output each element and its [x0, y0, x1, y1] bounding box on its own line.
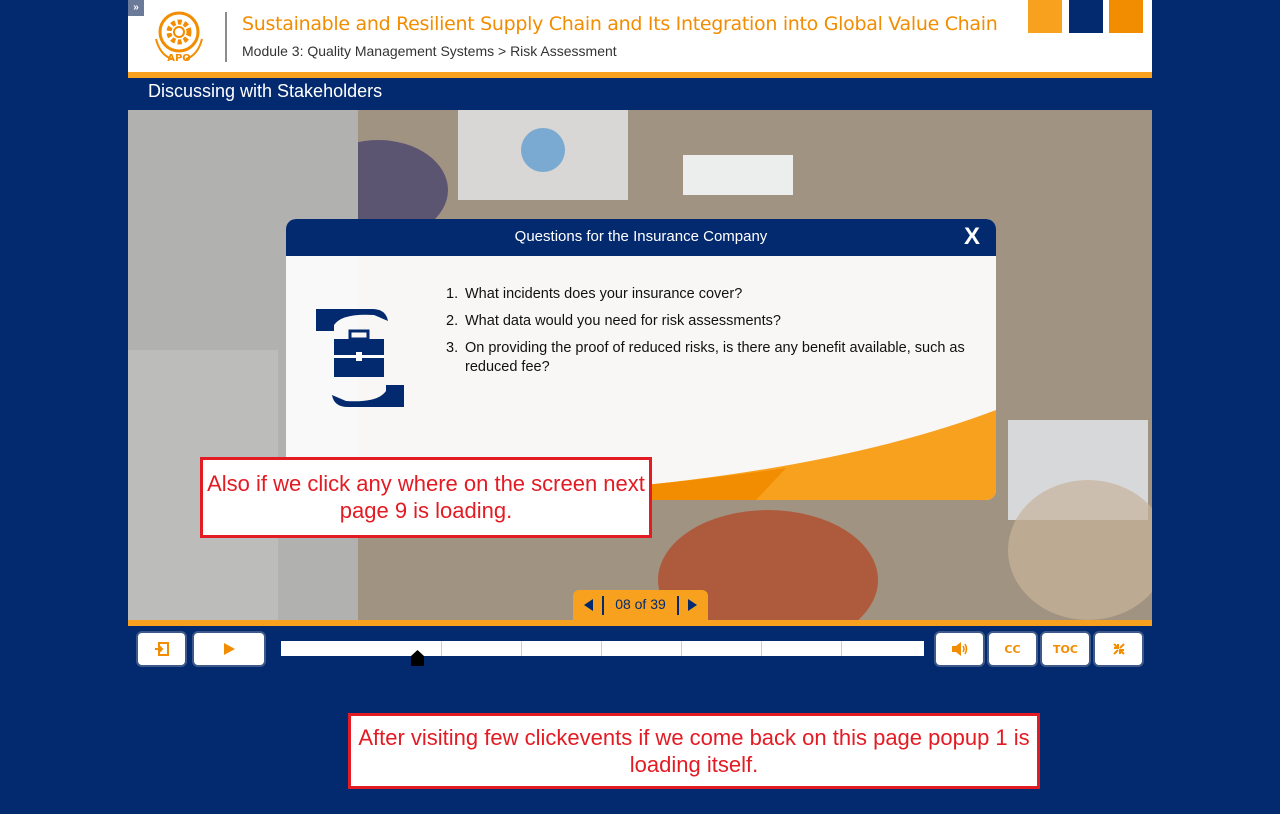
header-rule [128, 72, 1152, 78]
volume-button[interactable] [936, 633, 983, 665]
expand-sidebar-icon[interactable]: » [128, 0, 144, 16]
toc-label: TOC [1053, 642, 1078, 656]
play-button[interactable] [194, 633, 264, 665]
briefcase-in-hands-icon [316, 309, 404, 407]
slide-pager: 08 of 39 [573, 590, 708, 620]
previous-slide-icon[interactable] [581, 597, 597, 613]
fullscreen-button[interactable] [1095, 633, 1142, 665]
header-square-orange [1028, 0, 1062, 33]
question-list: 1. What incidents does your insurance cov… [446, 285, 986, 385]
seek-bar-divider [441, 641, 442, 656]
speaker-icon [951, 642, 967, 656]
svg-text:APO: APO [167, 53, 191, 63]
header-divider [225, 12, 227, 62]
slide-stage[interactable]: Questions for the Insurance Company X 1.… [128, 110, 1152, 620]
slide-title: Discussing with Stakeholders [148, 81, 383, 101]
pager-divider [677, 596, 679, 615]
seek-bar-divider [841, 641, 842, 656]
pager-divider [602, 596, 604, 615]
stage-bottom-rule [128, 620, 1152, 626]
seek-bar[interactable] [281, 641, 924, 666]
popup-title: Questions for the Insurance Company [514, 228, 768, 245]
exit-button[interactable] [138, 633, 185, 665]
captions-label: CC [1004, 642, 1021, 656]
course-title: Sustainable and Resilient Supply Chain a… [242, 13, 998, 35]
header-square-navy [1069, 0, 1103, 33]
next-slide-icon[interactable] [684, 597, 700, 613]
annotation-note-1: Also if we click any where on the screen… [200, 457, 652, 538]
seek-bar-divider [521, 641, 522, 656]
list-item: 3. On providing the proof of reduced risk… [446, 340, 965, 375]
captions-button[interactable]: CC [989, 633, 1036, 665]
header-square-dark-orange [1109, 0, 1143, 33]
toc-button[interactable]: TOC [1042, 633, 1089, 665]
seek-bar-divider [681, 641, 682, 656]
popup-header: Questions for the Insurance Company X [286, 219, 996, 256]
slide-counter: 08 of 39 [615, 596, 666, 612]
seek-bar-divider [761, 641, 762, 656]
seek-bar-divider [601, 641, 602, 656]
list-item: 2. What data would you need for risk asse… [446, 313, 781, 329]
play-icon [224, 643, 235, 655]
popup-close-button[interactable]: X [964, 223, 980, 251]
breadcrumb: Module 3: Quality Management Systems > R… [242, 43, 617, 59]
apo-logo: APO [155, 11, 203, 63]
seek-handle-icon[interactable] [411, 650, 424, 666]
course-header: APO Sustainable and Resilient Supply Cha… [128, 0, 1152, 72]
collapse-arrows-icon [1112, 643, 1125, 655]
annotation-note-2: After visiting few clickevents if we com… [348, 713, 1040, 789]
exit-icon [154, 642, 169, 656]
list-item: 1. What incidents does your insurance cov… [446, 286, 743, 302]
